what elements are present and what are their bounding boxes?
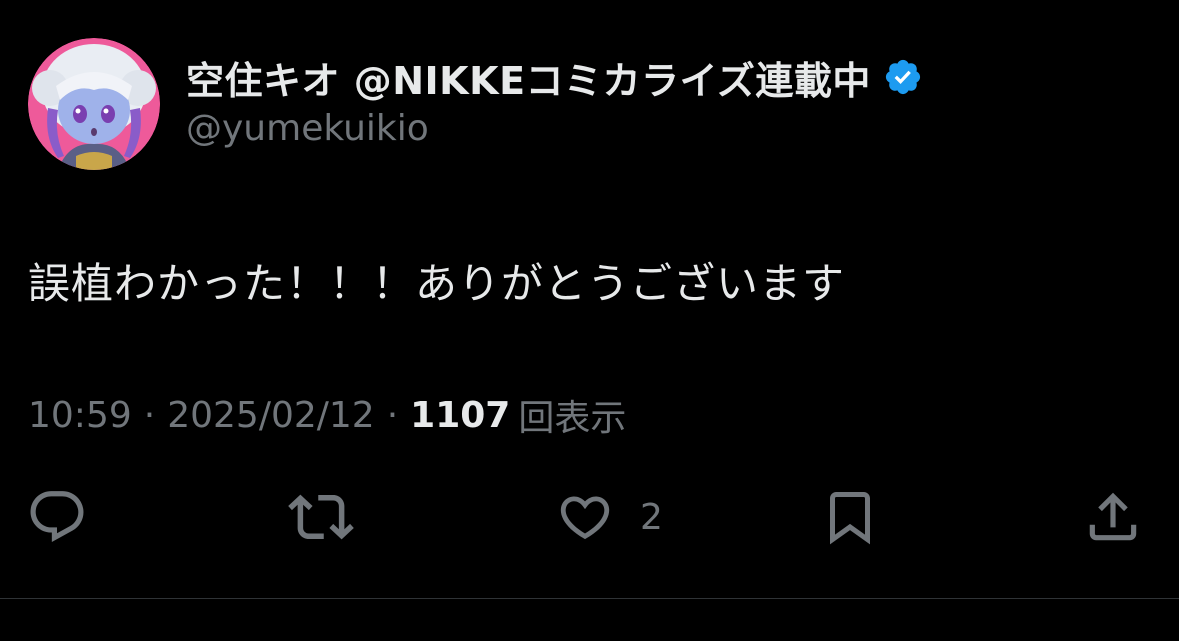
retweet-icon — [288, 494, 354, 540]
tweet-date[interactable]: 2025/02/12 — [167, 395, 375, 436]
heart-icon — [560, 496, 610, 540]
tweet-time[interactable]: 10:59 — [28, 395, 132, 436]
avatar[interactable] — [28, 38, 160, 170]
reply-button[interactable] — [26, 485, 88, 549]
author-handle[interactable]: @yumekuikio — [186, 108, 429, 149]
like-button[interactable]: 2 — [556, 485, 663, 549]
reply-icon — [30, 491, 84, 543]
author-name-row[interactable]: 空住キオ @NIKKEコミカライズ連載中 — [186, 50, 923, 105]
meta-separator: · — [386, 394, 399, 436]
views-count[interactable]: 1107 — [410, 395, 510, 436]
share-icon — [1089, 492, 1137, 541]
bookmark-button[interactable] — [820, 485, 880, 549]
retweet-button[interactable] — [288, 485, 354, 549]
like-count: 2 — [640, 496, 663, 538]
verified-badge-icon — [883, 57, 923, 97]
bookmark-icon — [830, 492, 870, 545]
divider — [0, 598, 1179, 599]
display-name[interactable]: 空住キオ @NIKKEコミカライズ連載中 — [186, 50, 871, 105]
avatar-image — [28, 38, 160, 170]
views-label[interactable]: 回表示 — [518, 389, 626, 441]
action-bar: 2 — [0, 485, 1179, 549]
meta-separator: · — [143, 394, 156, 436]
tweet-meta: 10:59 · 2025/02/12 · 1107 回表示 — [28, 390, 626, 440]
share-button[interactable] — [1082, 485, 1144, 549]
tweet-text: 誤植わかった！！！ありがとうございます — [28, 259, 846, 308]
